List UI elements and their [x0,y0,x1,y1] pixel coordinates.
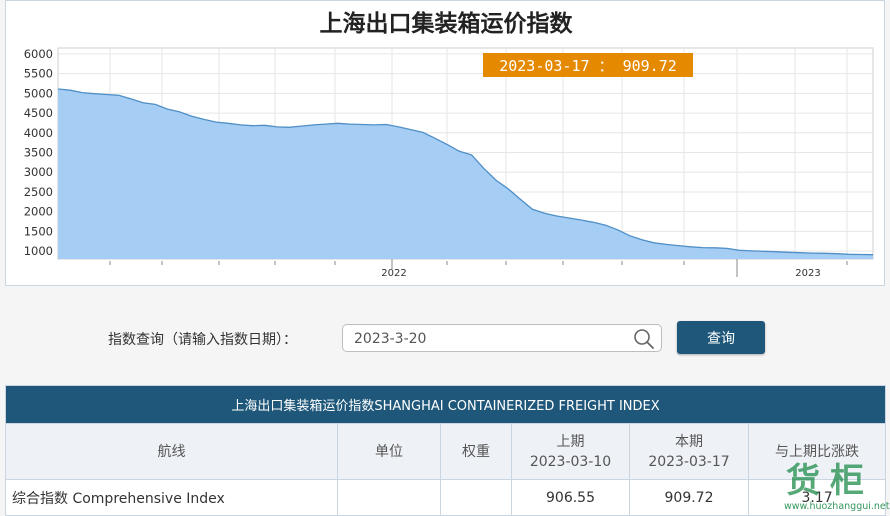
table-row: 综合指数 Comprehensive Index 906.55 909.72 3… [5,479,887,516]
current-label: 本期 [675,433,703,450]
row-route: 综合指数 Comprehensive Index [5,479,338,516]
column-header-previous: 上期 2023-03-10 [511,423,630,480]
column-header-route: 航线 [5,423,338,480]
search-icon[interactable] [633,328,655,350]
query-label: 指数查询（请输入指数日期）： [108,332,297,348]
y-tick-label: 5500 [24,67,53,81]
column-header-unit: 单位 [337,423,441,480]
query-row: 指数查询（请输入指数日期）： 查询 [0,320,890,356]
y-tick-label: 4500 [24,106,53,120]
y-tick-label: 2000 [24,205,53,219]
query-button[interactable]: 查询 [677,321,765,354]
table-title: 上海出口集装箱运价指数SHANGHAI CONTAINERIZED FREIGH… [4,385,887,424]
x-tick-label: 2022 [381,268,406,279]
area-series [57,88,874,259]
watermark-logo: 货柜 www.huozhanggui.net [784,461,890,512]
previous-date: 2023-03-10 [529,453,612,470]
area-fill [58,89,873,259]
y-tick-label: 2500 [24,185,53,199]
y-tick-label: 6000 [24,47,53,61]
tooltip-text: 2023-03-17 ： 909.72 [499,57,677,75]
current-date: 2023-03-17 [648,453,730,470]
row-previous-value: 906.55 [511,479,630,516]
y-tick-label: 4000 [24,126,53,140]
y-axis: 6000 5500 5000 4500 4000 3500 3000 2500 2000 1500… [24,47,53,258]
tooltip: 2023-03-17 ： 909.72 [483,53,693,77]
y-tick-label: 1000 [24,244,53,258]
previous-label: 上期 [556,433,585,450]
row-weight [440,479,512,516]
y-tick-label: 1500 [24,224,53,238]
chart-svg: 上海出口集装箱运价指数 6000 5500 5000 4500 4000 3500 3000… [24,10,874,279]
watermark-url: www.huozhanggui.net [784,501,890,512]
freight-index-table: 上海出口集装箱运价指数SHANGHAI CONTAINERIZED FREIGH… [4,385,887,516]
y-tick-label: 3000 [24,165,53,179]
date-input-wrapper[interactable] [342,324,662,352]
y-tick-label: 5000 [24,86,53,100]
column-header-current: 本期 2023-03-17 [629,423,749,480]
watermark-brand: 货柜 [786,461,874,501]
chart-title: 上海出口集装箱运价指数 [320,10,574,37]
x-tick-label: 2023 [795,268,820,279]
chart-panel: 上海出口集装箱运价指数 6000 5500 5000 4500 4000 3500 3000… [5,0,885,286]
x-axis: 2022 2023 [109,259,848,279]
date-input[interactable] [352,328,626,350]
row-unit [337,479,441,516]
y-tick-label: 3500 [24,146,53,160]
row-current-value: 909.72 [629,479,749,516]
column-header-weight: 权重 [440,423,512,480]
